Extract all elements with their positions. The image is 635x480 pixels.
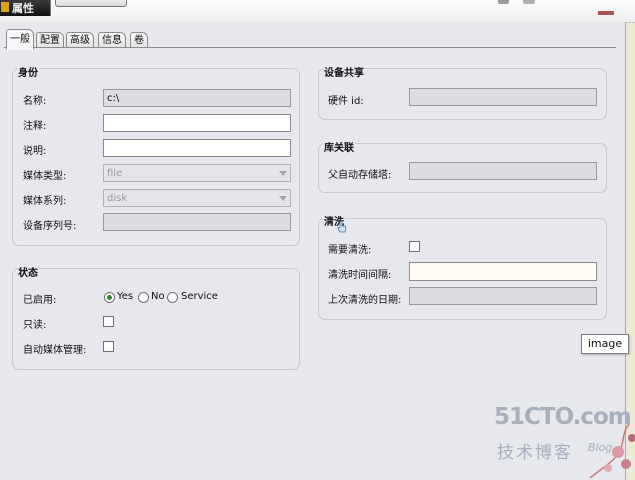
auto-media-label: 自动媒体管理: [23,345,87,356]
top-toolbar-button[interactable] [55,0,127,7]
readonly-label: 只读: [23,320,47,331]
enabled-service-label[interactable]: Service [181,291,218,302]
hardware-id-field[interactable] [409,88,597,106]
needs-cleaning-checkbox[interactable] [409,241,420,252]
hardware-id-label: 硬件 id: [328,96,364,107]
enabled-no-radio[interactable] [138,292,149,303]
enabled-service-radio[interactable] [167,292,178,303]
readonly-checkbox[interactable] [103,316,114,327]
watermark-brand: 51CTO.com [494,404,632,430]
enabled-yes-label[interactable]: Yes [117,291,133,302]
auto-media-checkbox[interactable] [103,341,114,352]
description-field[interactable] [103,139,291,157]
media-type-label: 媒体类型: [23,171,67,182]
enabled-label: 已启用: [23,295,57,306]
description-label: 说明: [23,146,47,157]
window-icon [1,2,9,12]
top-bar: 属性 [0,0,635,23]
status-group-title: 状态 [17,264,39,279]
close-mark-icon [598,11,614,15]
enabled-yes-radio[interactable] [104,292,115,303]
watermark-subtitle: 技术博客 [497,443,573,463]
tab-info[interactable]: 信息 [98,32,126,48]
hand-cursor-icon [337,221,347,233]
serial-number-field[interactable] [103,213,291,231]
enabled-no-label[interactable]: No [151,291,165,302]
cleaning-interval-label: 清洗时间间隔: [328,270,392,281]
image-tooltip: image [581,334,629,354]
tab-configuration[interactable]: 配置 [36,32,64,48]
media-family-select[interactable]: disk [103,189,291,207]
tab-advanced[interactable]: 高级 [66,32,94,48]
tab-volume[interactable]: 卷 [130,32,148,48]
identity-group-title: 身份 [17,64,39,79]
device-sharing-title: 设备共享 [323,64,365,79]
library-association-title: 库关联 [323,139,355,154]
name-field[interactable]: c:\ [103,89,291,107]
needs-cleaning-label: 需要清洗: [328,245,372,256]
media-family-value: disk [107,193,128,204]
parent-autoloader-label: 父自动存储塔: [328,170,392,181]
media-family-label: 媒体系列: [23,196,67,207]
serial-number-label: 设备序列号: [23,221,77,232]
chevron-down-icon [279,171,287,176]
tab-general[interactable]: 一般 [6,29,34,50]
chevron-down-icon [279,196,287,201]
media-type-value: file [107,168,123,179]
last-cleaned-label: 上次清洗的日期: [328,295,402,306]
toolbar-icon[interactable] [523,0,535,4]
media-type-select[interactable]: file [103,164,291,182]
window-title: 属性 [12,2,34,15]
cleaning-interval-field[interactable] [409,262,597,281]
comment-field[interactable] [103,114,291,132]
last-cleaned-field[interactable] [409,287,597,305]
name-label: 名称: [23,96,47,107]
comment-label: 注释: [23,121,47,132]
window-titlebar: 属性 [0,0,51,16]
toolbar-icon[interactable] [498,0,509,4]
parent-autoloader-field[interactable] [409,162,597,180]
watermark-blog: Blog [588,441,613,454]
